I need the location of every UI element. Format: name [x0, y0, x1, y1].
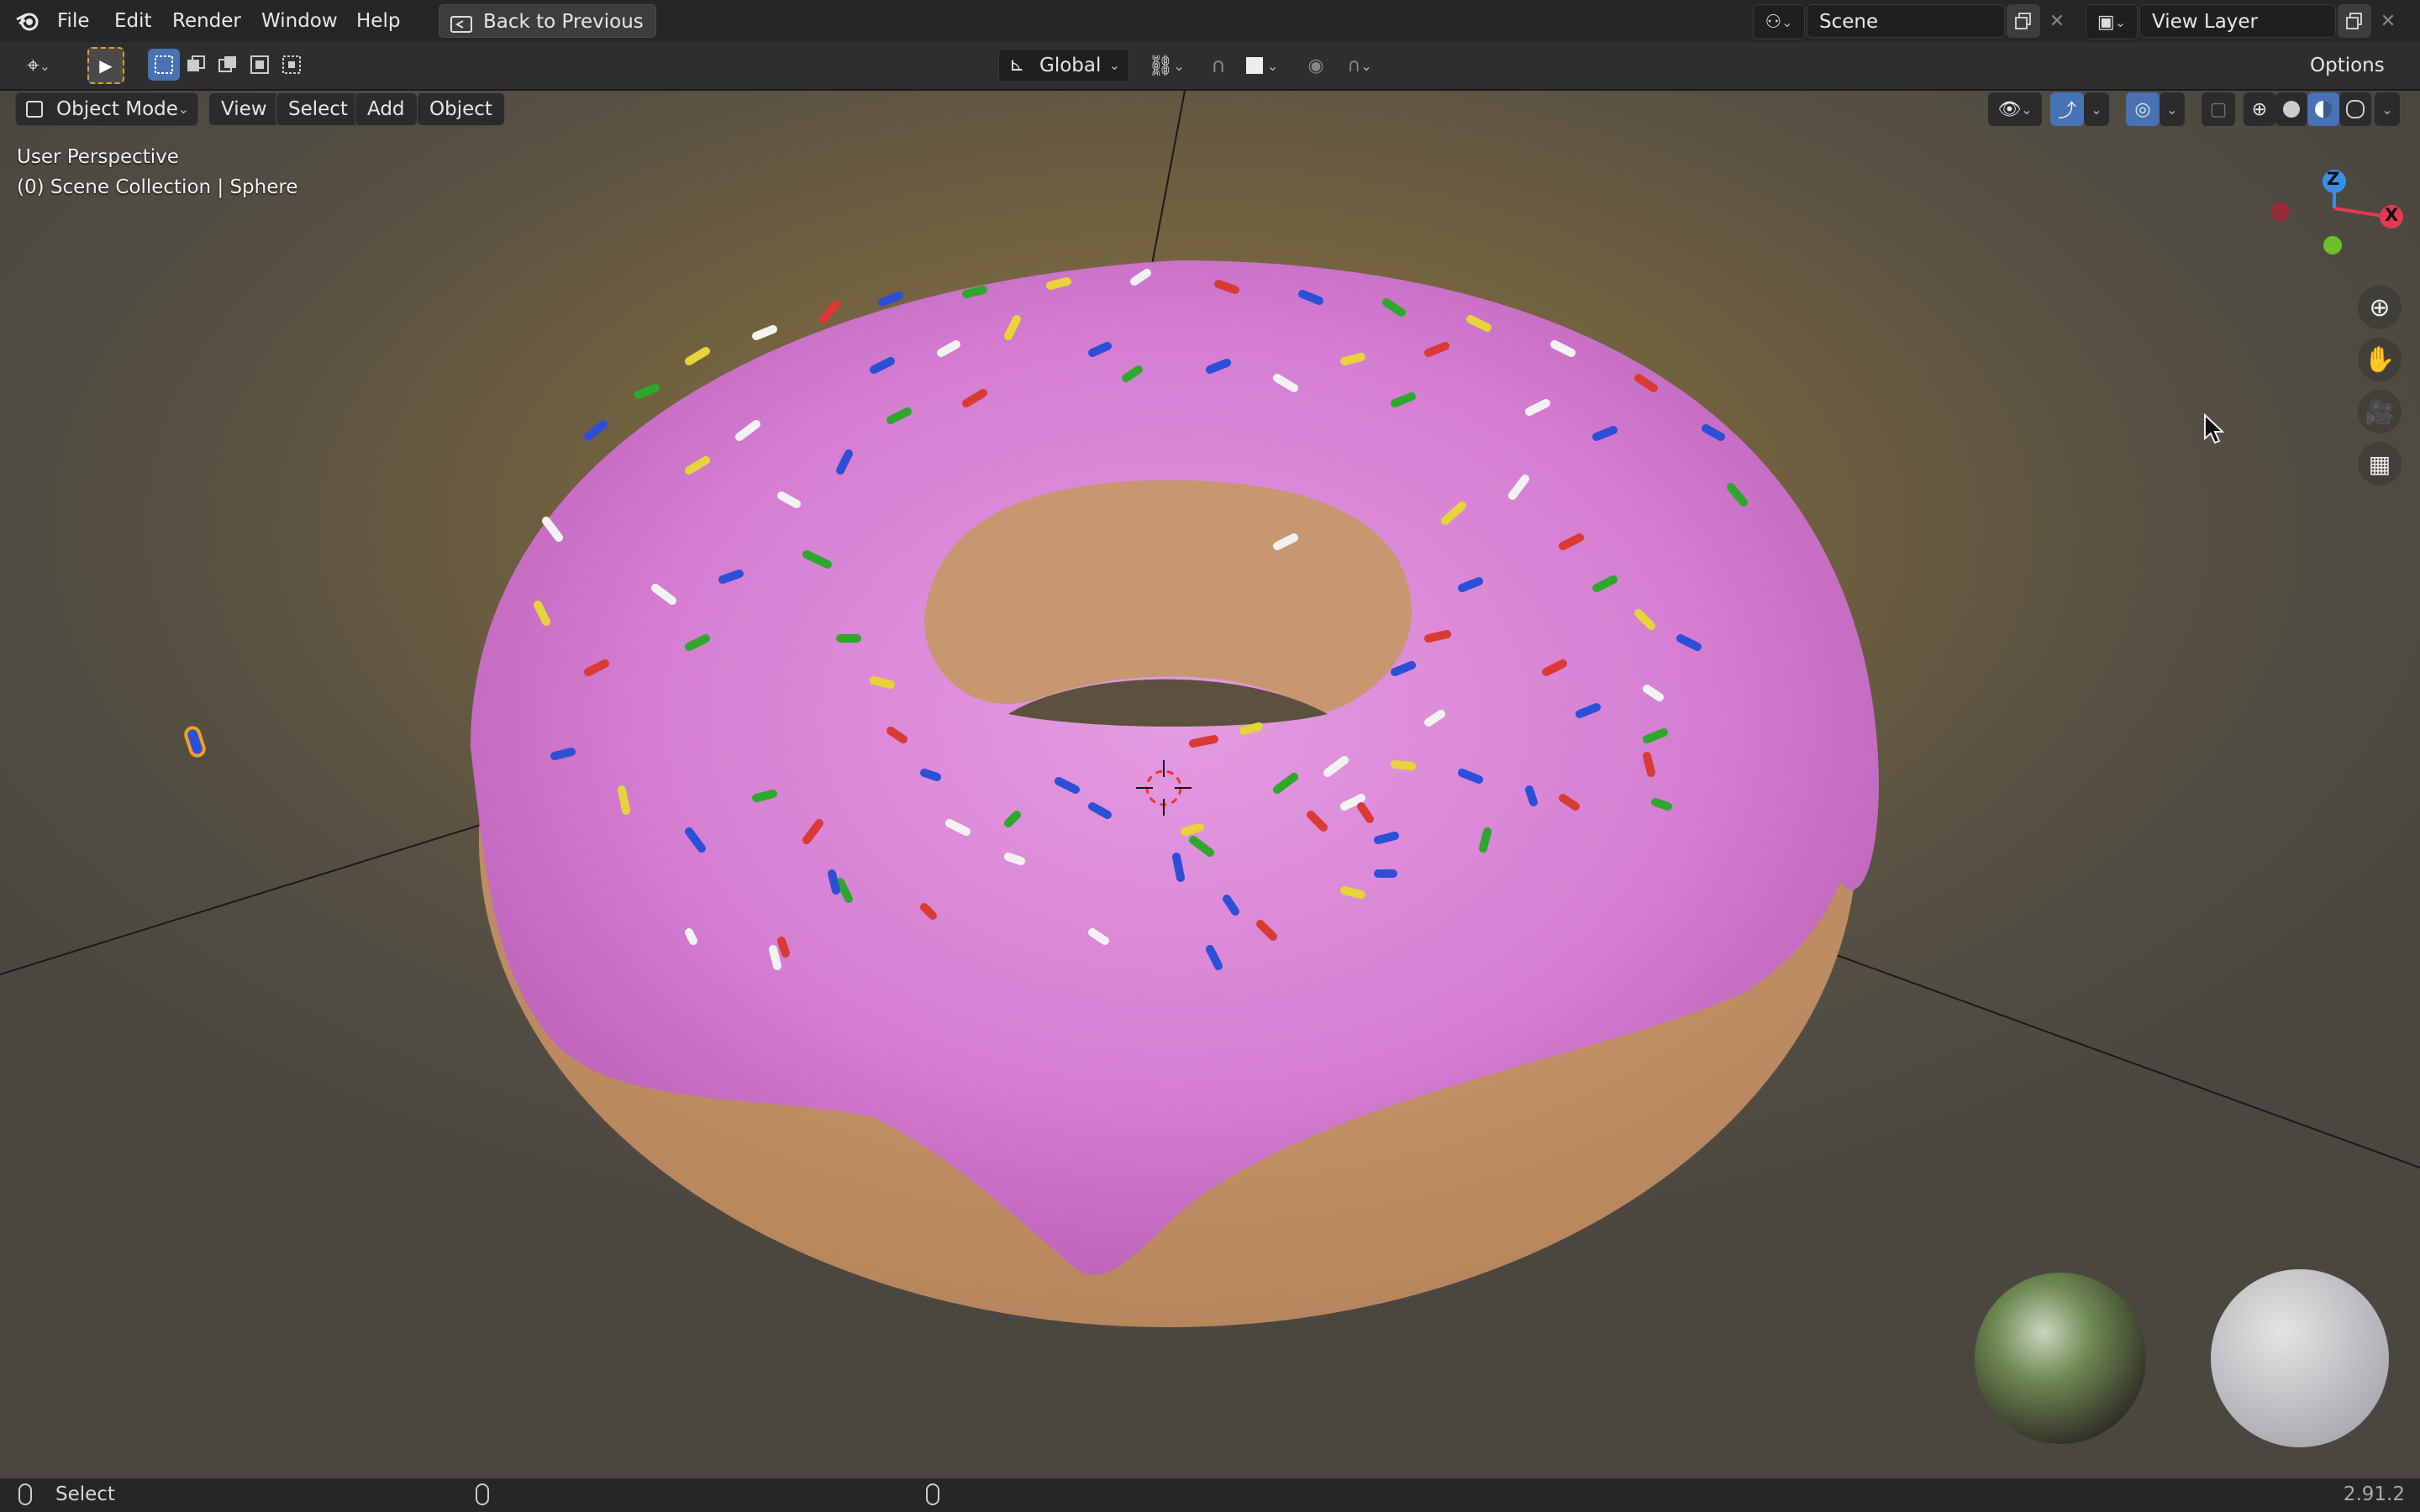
orientation-value: Global — [1039, 55, 1102, 76]
ortho-toggle-button[interactable]: ▦ — [2358, 442, 2402, 486]
back-to-previous-button[interactable]: Back to Previous — [439, 4, 656, 38]
camera-view-button[interactable]: 🎥 — [2358, 390, 2402, 433]
overlays-toggle[interactable]: ◎ — [2126, 92, 2160, 126]
rendered-icon — [2346, 100, 2365, 118]
menu-window[interactable]: Window — [261, 7, 338, 35]
mouse-icon — [18, 1483, 32, 1505]
mouse-icon — [476, 1483, 489, 1505]
back-icon — [450, 12, 473, 45]
mouse-icon — [926, 1483, 939, 1505]
mouse-cursor-icon — [2203, 412, 2225, 449]
view-layer-name-value: View Layer — [2152, 11, 2259, 33]
select-tool-icon: ▶ — [99, 55, 113, 76]
viewport-header: Object Mode ⌄ View Select Add Object 👁 ⌄ … — [0, 89, 2420, 131]
overlays-dropdown[interactable]: ⌄ — [2160, 92, 2185, 126]
solid-shading-icon — [2283, 101, 2300, 118]
transform-orientation-dropdown[interactable]: ⊾ Global ⌄ — [998, 49, 1129, 82]
overlays-icon: ◎ — [2134, 98, 2151, 120]
eye-icon: 👁 — [1997, 98, 2022, 120]
pivot-point-dropdown[interactable]: ⛓ ⌄ — [1139, 49, 1193, 82]
version-label: 2.91.2 — [2343, 1483, 2405, 1505]
select-mode-invert-button[interactable] — [244, 49, 276, 81]
material-preview-sphere — [2211, 1269, 2389, 1447]
visibility-dropdown[interactable]: 👁 ⌄ — [1988, 92, 2042, 126]
editor-type-icon: ⌖ — [26, 52, 39, 78]
shading-wireframe-button[interactable]: ⊕ — [2244, 92, 2275, 126]
viewport-menu-add[interactable]: Add — [355, 92, 418, 126]
snap-increment-icon — [1245, 57, 1263, 74]
select-mode-new-button[interactable] — [148, 49, 180, 81]
blender-logo-icon[interactable] — [15, 9, 40, 33]
object-mode-icon — [26, 101, 43, 118]
gizmo-z-label: Z — [2327, 169, 2340, 189]
menu-help[interactable]: Help — [356, 7, 400, 35]
menu-edit[interactable]: Edit — [114, 7, 152, 35]
delete-view-layer-button[interactable]: ✕ — [2371, 4, 2405, 38]
xray-toggle[interactable]: ▢ — [2202, 92, 2235, 126]
grid-ortho-icon: ▦ — [2368, 449, 2391, 478]
select-mode-intersect-button[interactable] — [276, 49, 308, 81]
scene-icon: ⚇ — [1765, 11, 1782, 33]
camera-icon: 🎥 — [2365, 397, 2395, 426]
select-tool-button[interactable]: ▶ — [87, 47, 124, 84]
options-dropdown[interactable]: Options ⌄ — [2297, 49, 2410, 107]
menu-render[interactable]: Render — [172, 7, 241, 35]
snap-toggle[interactable]: ∩ — [1202, 49, 1235, 82]
tool-header: ⌖⌄ ▶ ⊾ Global ⌄ ⛓⌄ ∩ ⌄ ◉ ∩⌄ Options ⌄ — [0, 42, 2420, 107]
proportional-edit-toggle[interactable]: ◉ — [1299, 49, 1333, 82]
scene-name-field[interactable]: Scene — [1807, 4, 2005, 38]
zoom-button[interactable]: ⊕ — [2358, 286, 2402, 329]
view-layer-icon: ▣ — [2096, 11, 2115, 33]
gizmo-icon: ⤴ — [2057, 101, 2076, 122]
pan-hand-icon: ✋ — [2364, 344, 2396, 375]
select-mode-subtract-button[interactable] — [212, 49, 244, 81]
viewport-menu-view[interactable]: View — [208, 92, 280, 126]
gizmo-x-label: X — [2385, 205, 2399, 225]
new-scene-button[interactable] — [2007, 4, 2040, 38]
snap-target-dropdown[interactable]: ⌄ — [1235, 49, 1289, 82]
object-mode-dropdown[interactable]: Object Mode ⌄ — [15, 92, 198, 126]
3d-viewport[interactable]: User Perspective (0) Scene Collection | … — [0, 91, 2420, 1478]
options-label: Options — [2310, 55, 2385, 76]
pan-button[interactable]: ✋ — [2358, 338, 2402, 381]
viewport-menu-object[interactable]: Object — [417, 92, 505, 126]
top-menu-bar: File Edit Render Window Help Back to Pre… — [0, 0, 2420, 42]
gizmo-toggle[interactable]: ⤴ — [2050, 92, 2084, 126]
shading-dropdown[interactable]: ⌄ — [2375, 92, 2400, 126]
wireframe-icon: ⊕ — [2251, 98, 2268, 120]
view-layer-name-field[interactable]: View Layer — [2139, 4, 2336, 38]
scene-browse-button[interactable]: ⚇ ⌄ — [1753, 4, 1805, 39]
viewport-menu-select[interactable]: Select — [276, 92, 360, 126]
shading-rendered-button[interactable] — [2339, 92, 2371, 126]
viewport-perspective-label: User Perspective — [17, 146, 179, 168]
gizmo-dropdown[interactable]: ⌄ — [2084, 92, 2109, 126]
object-mode-label: Object Mode — [56, 98, 178, 120]
orientation-icon: ⊾ — [1009, 55, 1025, 76]
zoom-icon: ⊕ — [2369, 292, 2391, 323]
navigation-gizmo[interactable]: Z X — [2260, 158, 2412, 276]
select-mode-extend-button[interactable] — [180, 49, 212, 81]
shading-solid-button[interactable] — [2275, 92, 2307, 126]
proportional-falloff-dropdown[interactable]: ∩ ⌄ — [1333, 49, 1386, 82]
magnet-icon: ∩ — [1211, 54, 1226, 77]
xray-icon: ▢ — [2209, 98, 2228, 120]
menu-file[interactable]: File — [57, 7, 90, 35]
hdri-preview-sphere — [1975, 1273, 2146, 1444]
back-to-previous-label: Back to Previous — [483, 11, 644, 33]
new-view-layer-button[interactable] — [2338, 4, 2371, 38]
proportional-edit-icon: ◉ — [1307, 55, 1324, 76]
status-bar: Select 2.91.2 — [0, 1478, 2420, 1512]
viewport-scene — [0, 91, 2420, 1447]
viewport-collection-label: (0) Scene Collection | Sphere — [17, 176, 298, 198]
shading-material-preview-button[interactable] — [2307, 92, 2339, 126]
status-select-hint: Select — [55, 1483, 115, 1505]
view-layer-browse-button[interactable]: ▣ ⌄ — [2086, 4, 2138, 39]
pivot-icon: ⛓ — [1148, 54, 1174, 77]
delete-scene-button[interactable]: ✕ — [2040, 4, 2074, 38]
floor-grid-line — [1831, 953, 2420, 1168]
scene-name-value: Scene — [1819, 11, 1879, 33]
material-preview-icon — [2315, 101, 2332, 118]
falloff-curve-icon: ∩ — [1347, 55, 1361, 76]
editor-type-button[interactable]: ⌖ ⌄ — [12, 49, 66, 82]
